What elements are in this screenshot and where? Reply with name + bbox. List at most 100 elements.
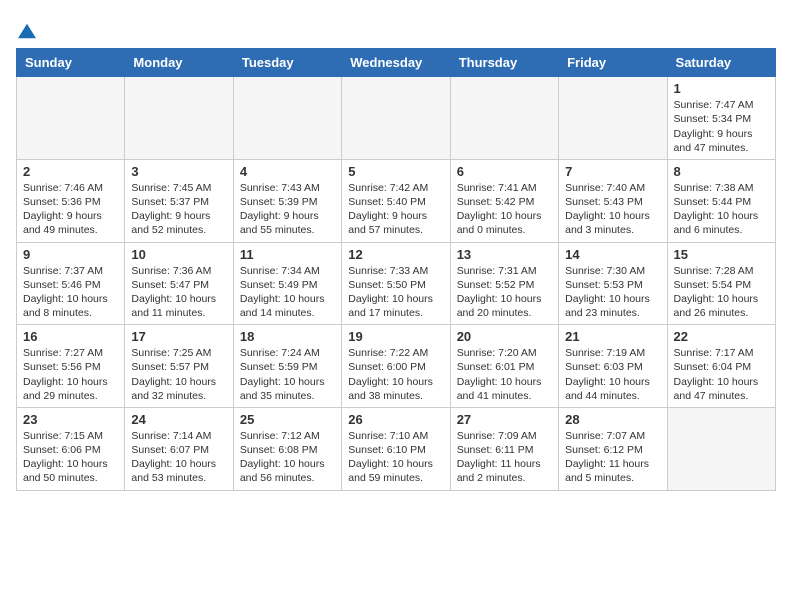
calendar-cell: [559, 77, 667, 160]
day-detail: Sunrise: 7:46 AMSunset: 5:36 PMDaylight:…: [23, 181, 118, 238]
weekday-header-tuesday: Tuesday: [233, 49, 341, 77]
day-detail: Sunrise: 7:37 AMSunset: 5:46 PMDaylight:…: [23, 264, 118, 321]
day-number: 10: [131, 247, 226, 262]
day-detail: Sunrise: 7:09 AMSunset: 6:11 PMDaylight:…: [457, 429, 552, 486]
day-number: 9: [23, 247, 118, 262]
day-detail: Sunrise: 7:36 AMSunset: 5:47 PMDaylight:…: [131, 264, 226, 321]
calendar-table: SundayMondayTuesdayWednesdayThursdayFrid…: [16, 48, 776, 490]
day-detail: Sunrise: 7:31 AMSunset: 5:52 PMDaylight:…: [457, 264, 552, 321]
day-number: 26: [348, 412, 443, 427]
calendar-cell: 5 Sunrise: 7:42 AMSunset: 5:40 PMDaylight…: [342, 159, 450, 242]
day-detail: Sunrise: 7:27 AMSunset: 5:56 PMDaylight:…: [23, 346, 118, 403]
day-number: 18: [240, 329, 335, 344]
calendar-cell: 17 Sunrise: 7:25 AMSunset: 5:57 PMDayligh…: [125, 325, 233, 408]
day-detail: Sunrise: 7:30 AMSunset: 5:53 PMDaylight:…: [565, 264, 660, 321]
calendar-cell: 26 Sunrise: 7:10 AMSunset: 6:10 PMDayligh…: [342, 407, 450, 490]
calendar-cell: 3 Sunrise: 7:45 AMSunset: 5:37 PMDaylight…: [125, 159, 233, 242]
week-row-0: 1 Sunrise: 7:47 AMSunset: 5:34 PMDaylight…: [17, 77, 776, 160]
weekday-header-monday: Monday: [125, 49, 233, 77]
calendar-cell: [17, 77, 125, 160]
calendar-cell: [233, 77, 341, 160]
calendar-cell: 19 Sunrise: 7:22 AMSunset: 6:00 PMDayligh…: [342, 325, 450, 408]
day-number: 1: [674, 81, 769, 96]
day-detail: Sunrise: 7:34 AMSunset: 5:49 PMDaylight:…: [240, 264, 335, 321]
day-detail: Sunrise: 7:47 AMSunset: 5:34 PMDaylight:…: [674, 98, 769, 155]
calendar-cell: 13 Sunrise: 7:31 AMSunset: 5:52 PMDayligh…: [450, 242, 558, 325]
day-detail: Sunrise: 7:17 AMSunset: 6:04 PMDaylight:…: [674, 346, 769, 403]
day-detail: Sunrise: 7:33 AMSunset: 5:50 PMDaylight:…: [348, 264, 443, 321]
calendar-cell: 28 Sunrise: 7:07 AMSunset: 6:12 PMDayligh…: [559, 407, 667, 490]
calendar-container: SundayMondayTuesdayWednesdayThursdayFrid…: [0, 0, 792, 499]
day-number: 23: [23, 412, 118, 427]
day-number: 24: [131, 412, 226, 427]
calendar-cell: 22 Sunrise: 7:17 AMSunset: 6:04 PMDayligh…: [667, 325, 775, 408]
day-number: 12: [348, 247, 443, 262]
calendar-cell: 20Sunrise: 7:20 AMSunset: 6:01 PMDayligh…: [450, 325, 558, 408]
day-detail: Sunrise: 7:45 AMSunset: 5:37 PMDaylight:…: [131, 181, 226, 238]
weekday-header-wednesday: Wednesday: [342, 49, 450, 77]
day-number: 6: [457, 164, 552, 179]
calendar-cell: [667, 407, 775, 490]
day-detail: Sunrise: 7:12 AMSunset: 6:08 PMDaylight:…: [240, 429, 335, 486]
day-number: 19: [348, 329, 443, 344]
calendar-cell: 23Sunrise: 7:15 AMSunset: 6:06 PMDayligh…: [17, 407, 125, 490]
day-detail: Sunrise: 7:25 AMSunset: 5:57 PMDaylight:…: [131, 346, 226, 403]
calendar-cell: 12 Sunrise: 7:33 AMSunset: 5:50 PMDayligh…: [342, 242, 450, 325]
weekday-header-row: SundayMondayTuesdayWednesdayThursdayFrid…: [17, 49, 776, 77]
calendar-cell: 2 Sunrise: 7:46 AMSunset: 5:36 PMDaylight…: [17, 159, 125, 242]
day-number: 2: [23, 164, 118, 179]
day-detail: Sunrise: 7:22 AMSunset: 6:00 PMDaylight:…: [348, 346, 443, 403]
day-number: 27: [457, 412, 552, 427]
day-detail: Sunrise: 7:28 AMSunset: 5:54 PMDaylight:…: [674, 264, 769, 321]
day-detail: Sunrise: 7:40 AMSunset: 5:43 PMDaylight:…: [565, 181, 660, 238]
day-number: 14: [565, 247, 660, 262]
calendar-cell: 14 Sunrise: 7:30 AMSunset: 5:53 PMDayligh…: [559, 242, 667, 325]
calendar-cell: [125, 77, 233, 160]
weekday-header-sunday: Sunday: [17, 49, 125, 77]
week-row-2: 9 Sunrise: 7:37 AMSunset: 5:46 PMDaylight…: [17, 242, 776, 325]
day-number: 4: [240, 164, 335, 179]
logo-icon: [18, 22, 36, 40]
day-detail: Sunrise: 7:24 AMSunset: 5:59 PMDaylight:…: [240, 346, 335, 403]
calendar-cell: 27 Sunrise: 7:09 AMSunset: 6:11 PMDayligh…: [450, 407, 558, 490]
calendar-cell: 9 Sunrise: 7:37 AMSunset: 5:46 PMDaylight…: [17, 242, 125, 325]
day-number: 13: [457, 247, 552, 262]
week-row-1: 2 Sunrise: 7:46 AMSunset: 5:36 PMDaylight…: [17, 159, 776, 242]
day-number: 17: [131, 329, 226, 344]
week-row-3: 16 Sunrise: 7:27 AMSunset: 5:56 PMDayligh…: [17, 325, 776, 408]
calendar-cell: 6 Sunrise: 7:41 AMSunset: 5:42 PMDaylight…: [450, 159, 558, 242]
day-detail: Sunrise: 7:10 AMSunset: 6:10 PMDaylight:…: [348, 429, 443, 486]
day-number: 5: [348, 164, 443, 179]
day-detail: Sunrise: 7:07 AMSunset: 6:12 PMDaylight:…: [565, 429, 660, 486]
weekday-header-saturday: Saturday: [667, 49, 775, 77]
day-number: 22: [674, 329, 769, 344]
calendar-cell: 24 Sunrise: 7:14 AMSunset: 6:07 PMDayligh…: [125, 407, 233, 490]
day-detail: Sunrise: 7:43 AMSunset: 5:39 PMDaylight:…: [240, 181, 335, 238]
logo: [16, 16, 36, 40]
calendar-cell: 25 Sunrise: 7:12 AMSunset: 6:08 PMDayligh…: [233, 407, 341, 490]
weekday-header-friday: Friday: [559, 49, 667, 77]
day-number: 11: [240, 247, 335, 262]
day-detail: Sunrise: 7:14 AMSunset: 6:07 PMDaylight:…: [131, 429, 226, 486]
calendar-cell: 11 Sunrise: 7:34 AMSunset: 5:49 PMDayligh…: [233, 242, 341, 325]
day-number: 25: [240, 412, 335, 427]
calendar-cell: [450, 77, 558, 160]
calendar-cell: 18 Sunrise: 7:24 AMSunset: 5:59 PMDayligh…: [233, 325, 341, 408]
day-detail: Sunrise: 7:19 AMSunset: 6:03 PMDaylight:…: [565, 346, 660, 403]
day-number: 20: [457, 329, 552, 344]
day-number: 15: [674, 247, 769, 262]
day-detail: Sunrise: 7:41 AMSunset: 5:42 PMDaylight:…: [457, 181, 552, 238]
day-detail: Sunrise: 7:38 AMSunset: 5:44 PMDaylight:…: [674, 181, 769, 238]
calendar-cell: 1 Sunrise: 7:47 AMSunset: 5:34 PMDaylight…: [667, 77, 775, 160]
calendar-cell: 8Sunrise: 7:38 AMSunset: 5:44 PMDaylight…: [667, 159, 775, 242]
header-row: [16, 16, 776, 40]
day-number: 16: [23, 329, 118, 344]
calendar-cell: 21Sunrise: 7:19 AMSunset: 6:03 PMDayligh…: [559, 325, 667, 408]
day-number: 3: [131, 164, 226, 179]
calendar-cell: 15 Sunrise: 7:28 AMSunset: 5:54 PMDayligh…: [667, 242, 775, 325]
day-detail: Sunrise: 7:42 AMSunset: 5:40 PMDaylight:…: [348, 181, 443, 238]
week-row-4: 23Sunrise: 7:15 AMSunset: 6:06 PMDayligh…: [17, 407, 776, 490]
calendar-cell: 16 Sunrise: 7:27 AMSunset: 5:56 PMDayligh…: [17, 325, 125, 408]
day-number: 7: [565, 164, 660, 179]
day-number: 28: [565, 412, 660, 427]
